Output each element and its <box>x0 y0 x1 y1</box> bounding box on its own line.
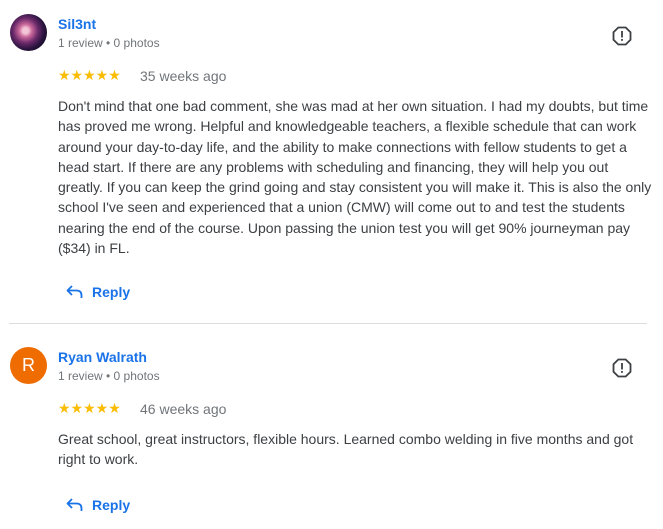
review-text: Great school, great instructors, flexibl… <box>58 431 634 468</box>
reply-label: Reply <box>92 284 131 300</box>
star-rating: ★★★★★ <box>58 67 121 83</box>
star-rating: ★★★★★ <box>58 400 121 416</box>
review-time: 35 weeks ago <box>140 68 227 84</box>
review-time: 46 weeks ago <box>140 401 227 417</box>
reply-button[interactable]: Reply <box>66 497 130 513</box>
reviewer-name[interactable]: Sil3nt <box>58 16 96 32</box>
avatar[interactable] <box>10 14 47 51</box>
review-text: Don't mind that one bad comment, she was… <box>58 98 652 257</box>
reviewer-meta: 1 review • 0 photos <box>58 36 160 50</box>
reviewer-name[interactable]: Ryan Walrath <box>58 349 147 365</box>
avatar[interactable]: R <box>10 347 47 384</box>
report-flag-icon[interactable] <box>612 358 632 378</box>
reviewer-meta: 1 review • 0 photos <box>58 369 160 383</box>
reply-label: Reply <box>92 497 131 513</box>
reply-arrow-icon <box>66 285 83 298</box>
report-flag-icon[interactable] <box>612 26 632 46</box>
reply-button[interactable]: Reply <box>66 284 130 300</box>
reply-arrow-icon <box>66 498 83 511</box>
review-divider <box>9 323 647 324</box>
